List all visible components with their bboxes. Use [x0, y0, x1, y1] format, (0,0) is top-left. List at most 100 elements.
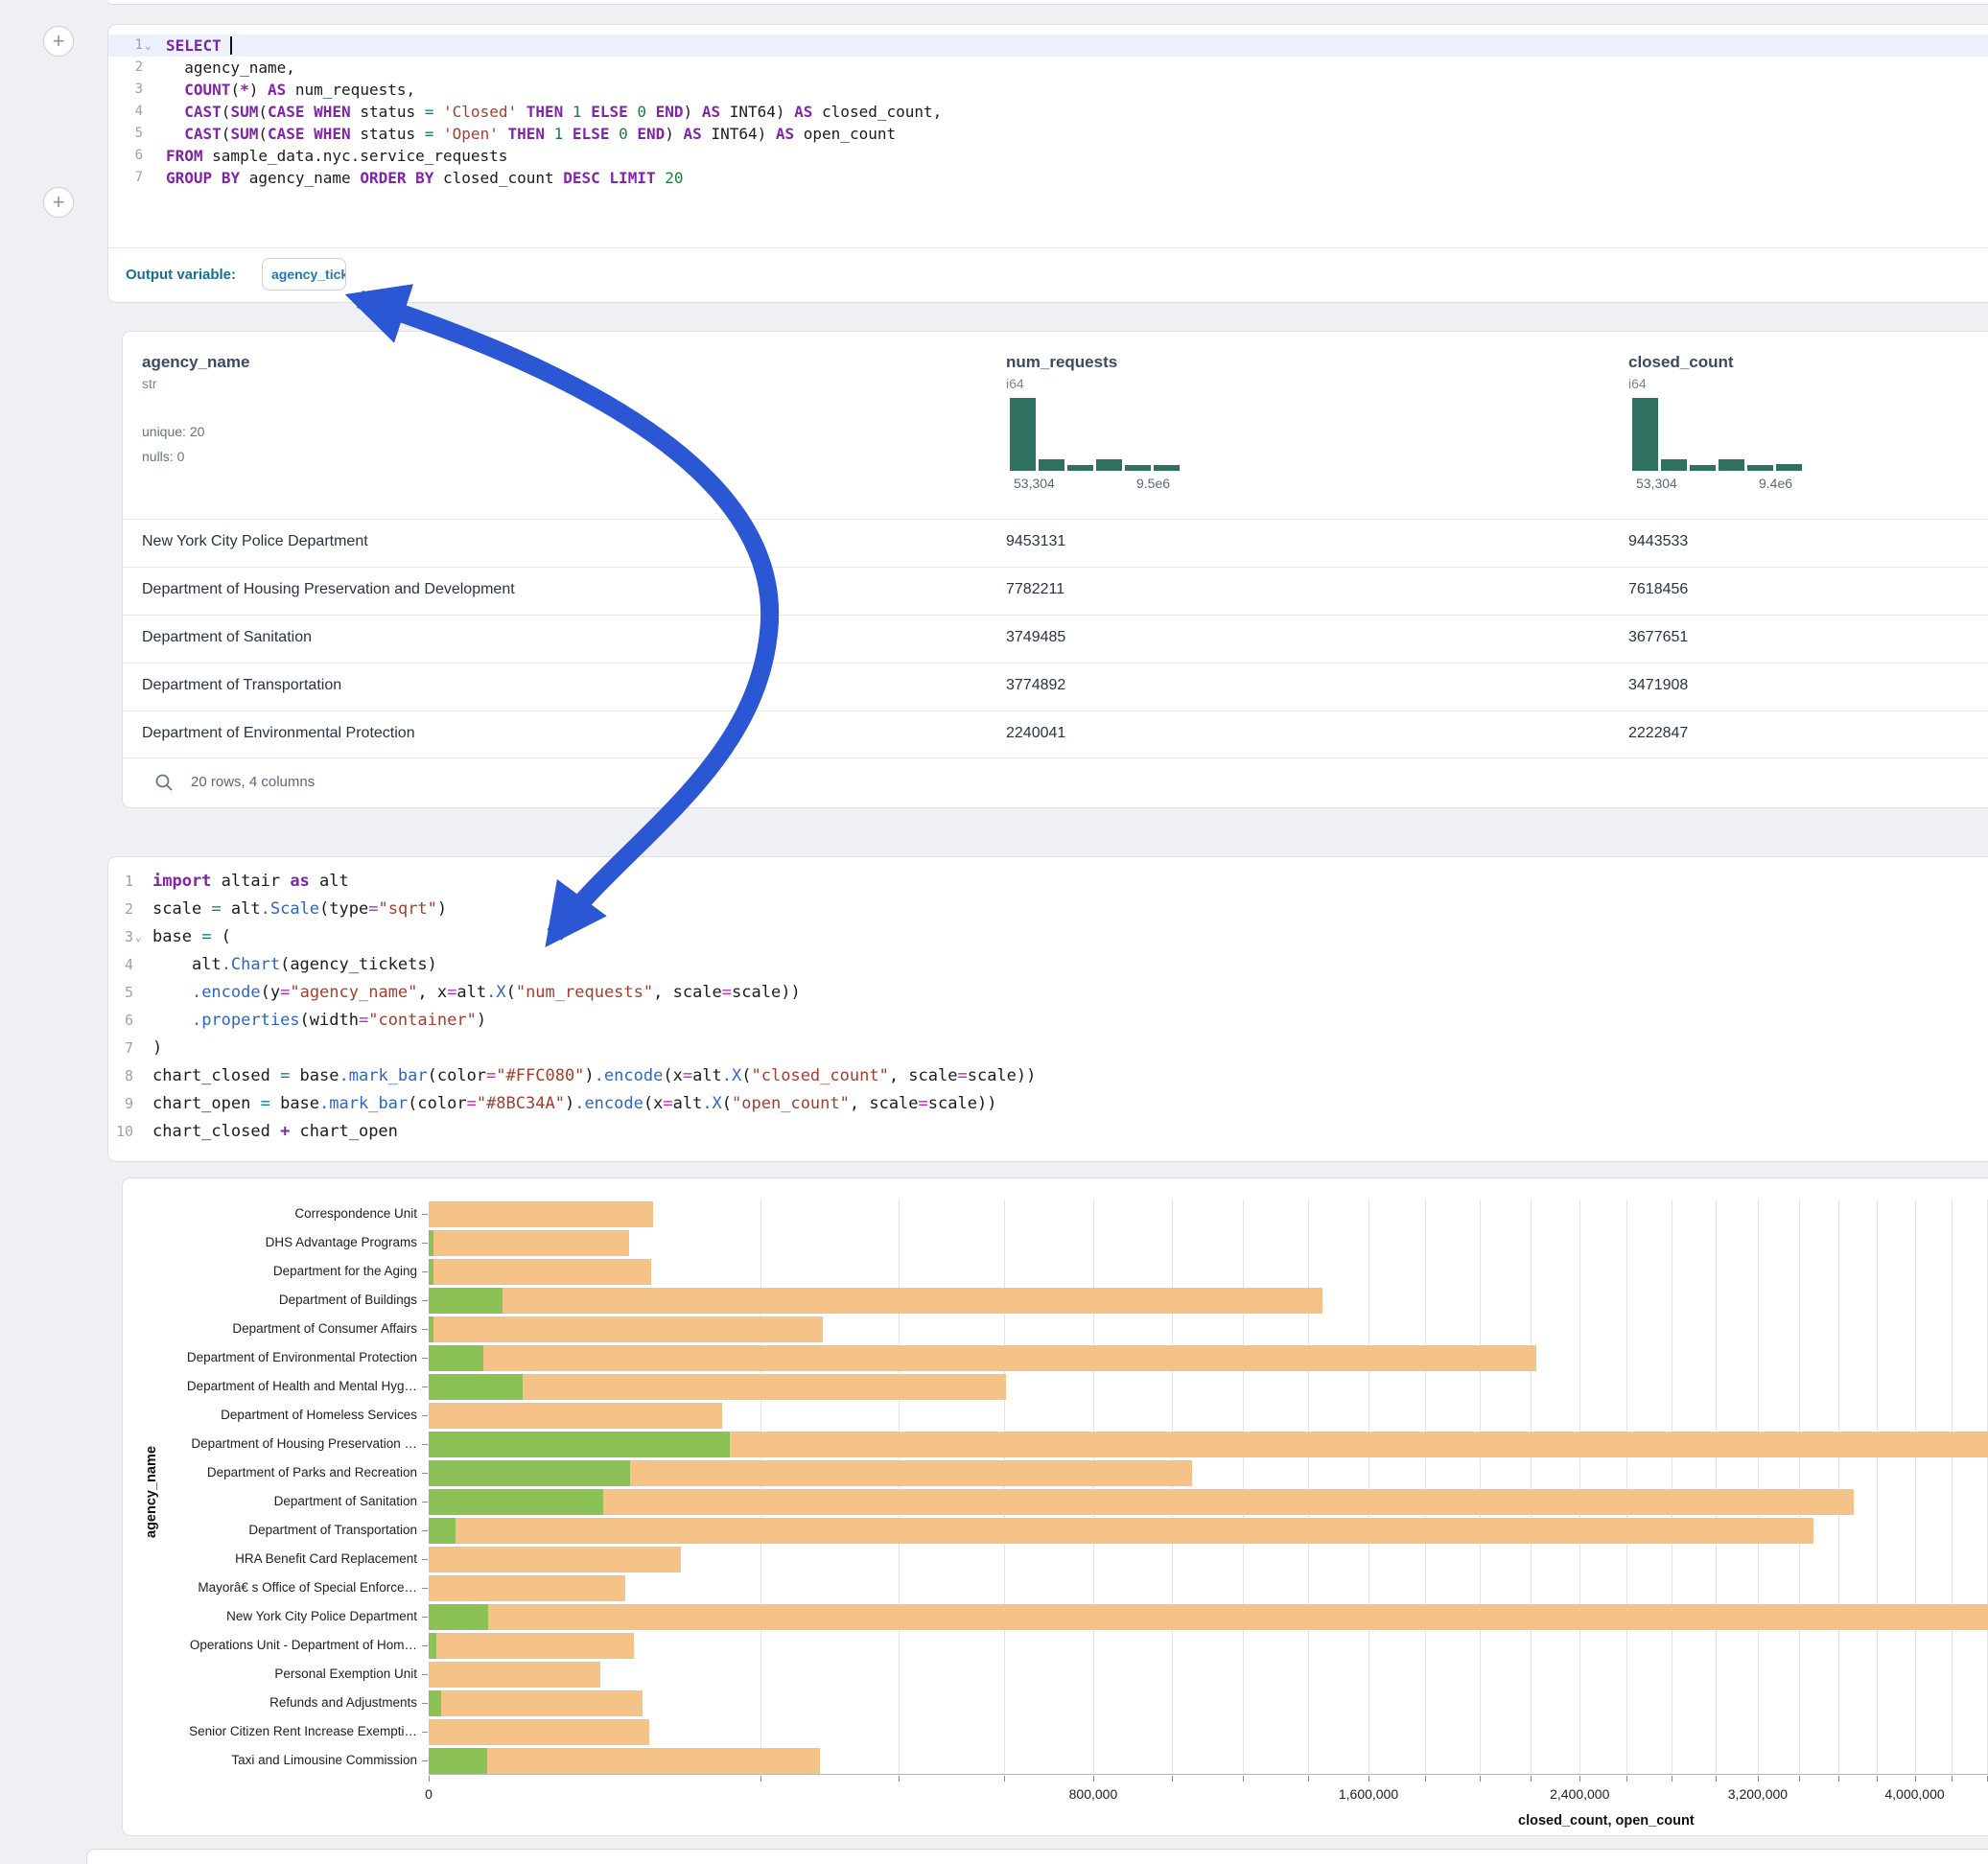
histogram-bin: [1010, 398, 1036, 471]
code-line[interactable]: 6 .properties(width="container"): [108, 1007, 1988, 1035]
code-line[interactable]: 6FROM sample_data.nyc.service_requests: [108, 145, 1988, 167]
code-line[interactable]: 4 CAST(SUM(CASE WHEN status = 'Closed' T…: [108, 101, 1988, 123]
code-line[interactable]: 1⌄SELECT: [108, 35, 1988, 57]
open-count-bar[interactable]: [429, 1518, 456, 1544]
code-line[interactable]: 2scale = alt.Scale(type="sqrt"): [108, 896, 1988, 923]
open-count-bar[interactable]: [429, 1230, 433, 1256]
closed-count-bar[interactable]: [429, 1316, 823, 1342]
y-axis-tick: [422, 1358, 428, 1359]
open-count-bar[interactable]: [429, 1432, 730, 1457]
code-token: (agency_tickets): [280, 955, 437, 974]
code-line[interactable]: 9chart_open = base.mark_bar(color="#8BC3…: [108, 1090, 1988, 1118]
code-line[interactable]: 2 agency_name,: [108, 57, 1988, 79]
table-cell: 3471908: [1628, 677, 1688, 694]
column-histogram[interactable]: [1010, 398, 1182, 471]
code-token: [152, 983, 192, 1002]
histogram-bin: [1661, 459, 1687, 471]
code-token: WHEN: [314, 103, 351, 121]
code-token: CASE: [268, 125, 305, 143]
table-row[interactable]: Department of Transportation377489234719…: [123, 663, 1988, 711]
open-count-bar[interactable]: [429, 1633, 436, 1659]
code-token: SELECT: [166, 36, 222, 55]
open-count-bar[interactable]: [429, 1489, 603, 1515]
y-axis-label: Department of Parks and Recreation: [150, 1465, 417, 1480]
open-count-bar[interactable]: [429, 1316, 433, 1342]
chart-plot-area: [429, 1200, 1988, 1775]
code-token: .Chart: [222, 955, 280, 974]
closed-count-bar[interactable]: [429, 1719, 649, 1745]
fold-chevron-icon[interactable]: ⌄: [145, 35, 156, 57]
code-line[interactable]: 5 .encode(y="agency_name", x=alt.X("num_…: [108, 979, 1988, 1007]
output-variable-strip: Output variable: agency_tickets: [108, 247, 1988, 302]
code-line[interactable]: 3⌄base = (: [108, 923, 1988, 951]
open-count-bar[interactable]: [429, 1259, 433, 1285]
code-token: .mark_bar: [339, 1066, 428, 1085]
code-line[interactable]: 7): [108, 1035, 1988, 1062]
fold-chevron-icon[interactable]: ⌄: [135, 923, 147, 951]
search-icon[interactable]: [154, 773, 174, 792]
closed-count-bar[interactable]: [429, 1604, 1988, 1630]
open-count-bar[interactable]: [429, 1288, 503, 1314]
code-token: scale: [152, 899, 211, 919]
open-count-bar[interactable]: [429, 1748, 487, 1774]
code-token: INT64): [720, 103, 794, 121]
code-token: *: [240, 81, 249, 99]
table-row[interactable]: Department of Housing Preservation and D…: [123, 567, 1988, 615]
closed-count-bar[interactable]: [429, 1288, 1322, 1314]
closed-count-bar[interactable]: [429, 1345, 1536, 1371]
code-line[interactable]: 10chart_closed + chart_open: [108, 1118, 1988, 1146]
code-token: [563, 125, 573, 143]
column-header[interactable]: agency_name: [142, 353, 249, 372]
y-axis-tick: [422, 1415, 428, 1416]
code-token: [517, 103, 526, 121]
closed-count-bar[interactable]: [429, 1633, 634, 1659]
code-token: (type: [319, 899, 368, 919]
closed-count-bar[interactable]: [429, 1201, 653, 1227]
code-line[interactable]: 4 alt.Chart(agency_tickets): [108, 951, 1988, 979]
open-count-bar[interactable]: [429, 1460, 630, 1486]
closed-count-bar[interactable]: [429, 1403, 722, 1429]
closed-count-bar[interactable]: [429, 1489, 1854, 1515]
closed-count-bar[interactable]: [429, 1662, 600, 1688]
gridline: [1243, 1200, 1244, 1774]
add-cell-button-mid[interactable]: +: [43, 187, 74, 218]
code-line[interactable]: 3 COUNT(*) AS num_requests,: [108, 79, 1988, 101]
code-token: (: [741, 1066, 751, 1085]
code-token: ): [249, 81, 268, 99]
table-cell: 7618456: [1628, 581, 1688, 598]
open-count-bar[interactable]: [429, 1345, 483, 1371]
python-code-editor[interactable]: 1import altair as alt2scale = alt.Scale(…: [108, 857, 1988, 1163]
code-token: [433, 103, 443, 121]
code-token: [656, 169, 666, 187]
line-number: 6: [108, 145, 143, 167]
open-count-bar[interactable]: [429, 1690, 441, 1716]
closed-count-bar[interactable]: [429, 1690, 643, 1716]
open-count-bar[interactable]: [429, 1604, 488, 1630]
open-count-bar[interactable]: [429, 1374, 523, 1400]
closed-count-bar[interactable]: [429, 1547, 681, 1573]
add-cell-button-top[interactable]: +: [43, 26, 74, 57]
code-line[interactable]: 8chart_closed = base.mark_bar(color="#FF…: [108, 1062, 1988, 1090]
column-header[interactable]: num_requests: [1006, 353, 1117, 372]
code-token: ): [584, 1066, 594, 1085]
closed-count-bar[interactable]: [429, 1259, 651, 1285]
table-row[interactable]: Department of Environmental Protection22…: [123, 711, 1988, 758]
table-row[interactable]: New York City Police Department945313194…: [123, 519, 1988, 567]
table-row[interactable]: Department of Sanitation37494853677651: [123, 615, 1988, 663]
code-line[interactable]: 7GROUP BY agency_name ORDER BY closed_co…: [108, 167, 1988, 189]
column-histogram[interactable]: [1632, 398, 1805, 471]
column-header[interactable]: closed_count: [1628, 353, 1734, 372]
code-token: ): [665, 125, 683, 143]
code-token: alt: [673, 1094, 703, 1113]
closed-count-bar[interactable]: [429, 1230, 629, 1256]
code-line[interactable]: 1import altair as alt: [108, 868, 1988, 896]
closed-count-bar[interactable]: [429, 1575, 625, 1601]
code-token: chart_open: [152, 1094, 261, 1113]
code-line[interactable]: 5 CAST(SUM(CASE WHEN status = 'Open' THE…: [108, 123, 1988, 145]
sql-code-editor[interactable]: 1⌄SELECT 2 agency_name,3 COUNT(*) AS num…: [108, 25, 1988, 248]
code-token: import: [152, 872, 211, 891]
gridline: [1952, 1200, 1953, 1774]
closed-count-bar[interactable]: [429, 1748, 820, 1774]
output-variable-pill[interactable]: agency_tickets: [262, 258, 346, 291]
closed-count-bar[interactable]: [429, 1518, 1813, 1544]
